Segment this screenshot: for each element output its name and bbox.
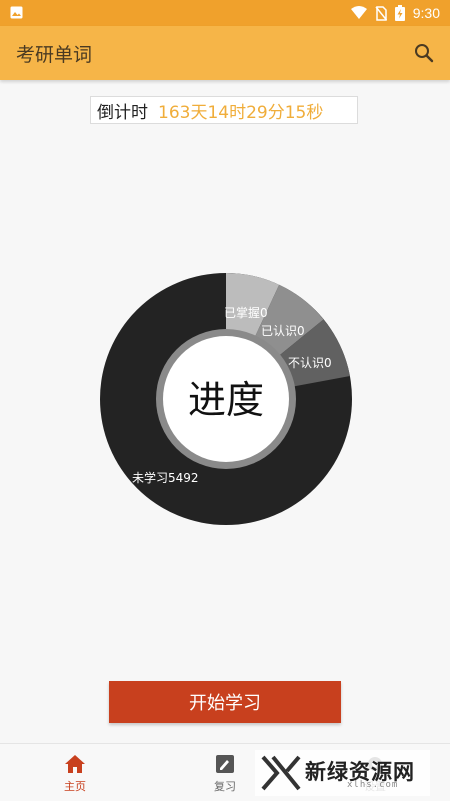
label-known: 已认识0 (261, 324, 305, 338)
label-unknown: 不认识0 (288, 356, 332, 370)
search-icon (415, 44, 434, 63)
search-button[interactable] (410, 39, 438, 67)
label-unlearned: 未学习5492 (132, 470, 199, 485)
status-bar: 9:30 (0, 0, 450, 26)
countdown-label: 倒计时 (97, 102, 148, 123)
battery-charging-icon (394, 5, 405, 21)
nav-label-home: 主页 (64, 780, 86, 793)
label-mastered: 已掌握0 (224, 305, 268, 320)
progress-donut: 进度 已掌握0 已认识0 不认识0 未学习5492 (99, 272, 353, 526)
nav-item-home[interactable]: 主页 (35, 744, 115, 801)
nav-item-review[interactable]: 复习 (185, 744, 265, 801)
app-title: 考研单词 (16, 44, 93, 66)
progress-center-label: 进度 (188, 378, 264, 422)
countdown-value: 163天14时29分15秒 (158, 102, 324, 123)
status-time: 9:30 (412, 5, 440, 21)
app-bar: 考研单词 (0, 26, 450, 80)
start-study-button[interactable]: 开始学习 (109, 681, 341, 723)
home-icon (65, 755, 85, 773)
watermark-logo-icon (261, 755, 301, 791)
image-icon (10, 6, 23, 19)
no-sim-icon (375, 5, 387, 21)
wifi-icon (350, 6, 367, 19)
watermark: 新绿资源网 xlhs.com (255, 750, 430, 796)
nav-label-review: 复习 (214, 780, 236, 793)
review-icon (216, 755, 234, 773)
countdown-box: 倒计时 163天14时29分15秒 (90, 96, 358, 124)
watermark-subtext: xlhs.com (347, 780, 399, 790)
